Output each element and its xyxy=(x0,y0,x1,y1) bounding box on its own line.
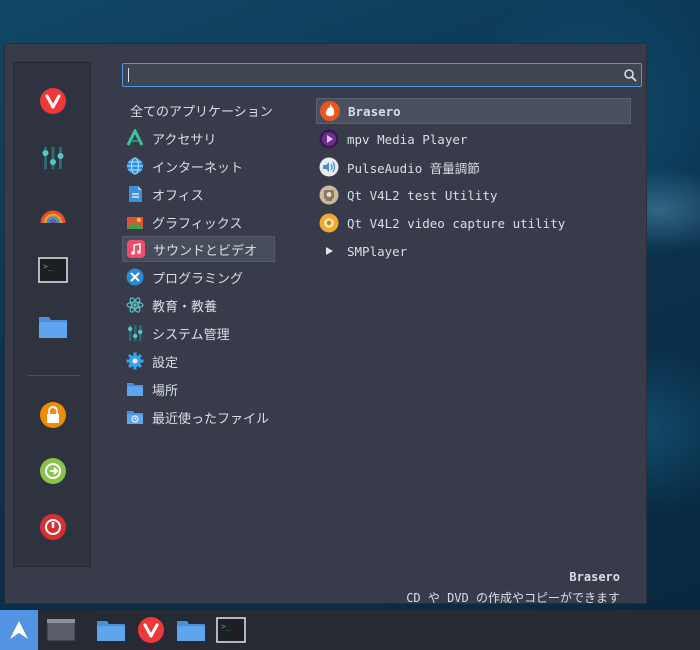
mpv-icon xyxy=(319,129,339,149)
taskbar-file-manager[interactable] xyxy=(94,610,128,650)
taskbar: >_ xyxy=(0,610,700,650)
taskbar-terminal[interactable]: >_ xyxy=(214,610,248,650)
show-desktop-button[interactable] xyxy=(44,610,78,650)
app-qt-v4l2-test-utility[interactable]: Qt V4L2 test Utility xyxy=(316,182,631,208)
programming-icon xyxy=(126,268,144,286)
webcam-icon xyxy=(319,185,339,205)
terminal-icon: >_ xyxy=(38,257,68,283)
system-admin-icon xyxy=(126,324,144,342)
favorites-sidebar: >_ xyxy=(13,62,91,567)
accessories-icon xyxy=(126,129,144,147)
music-note-icon xyxy=(127,240,145,258)
app-smplayer[interactable]: SMPlayer xyxy=(316,238,631,264)
taskbar-folder[interactable] xyxy=(174,610,208,650)
category-label: 最近使ったファイル xyxy=(152,411,270,427)
app-label: Brasero xyxy=(348,103,401,119)
favorite-logout[interactable] xyxy=(38,456,68,486)
rainbow-app-icon xyxy=(40,210,66,224)
file-manager-icon xyxy=(97,621,125,641)
education-atom-icon xyxy=(126,296,144,314)
favorite-lock-screen[interactable] xyxy=(38,400,68,430)
category-label: インターネット xyxy=(152,160,244,176)
category-recent-files[interactable]: 最近使ったファイル xyxy=(122,404,275,430)
app-brasero[interactable]: Brasero xyxy=(316,98,631,124)
category-label: システム管理 xyxy=(152,327,230,343)
category-places[interactable]: 場所 xyxy=(122,376,275,402)
category-label: サウンドとビデオ xyxy=(153,243,258,259)
favorite-vivaldi[interactable] xyxy=(38,86,68,116)
text-cursor xyxy=(128,68,129,82)
speaker-icon xyxy=(319,157,339,177)
category-settings[interactable]: 設定 xyxy=(122,348,275,374)
category-graphics[interactable]: グラフィックス xyxy=(122,209,275,235)
svg-text:>_: >_ xyxy=(221,622,231,631)
app-label: PulseAudio 音量調節 xyxy=(347,160,480,176)
logout-icon xyxy=(40,458,66,484)
search-input[interactable] xyxy=(127,65,621,87)
graphics-icon xyxy=(126,213,144,231)
terminal-icon: >_ xyxy=(216,617,246,643)
app-label: mpv Media Player xyxy=(347,131,468,147)
application-menu: >_ 全てのアプリケーション アクセサリ インターネット オフィス グラフィック… xyxy=(4,43,647,605)
places-folder-icon xyxy=(126,380,144,398)
app-label: Qt V4L2 video capture utility xyxy=(347,215,566,231)
favorite-folder[interactable] xyxy=(38,311,68,341)
search-box[interactable] xyxy=(122,63,642,87)
lock-screen-icon xyxy=(40,402,66,428)
internet-icon xyxy=(126,157,144,175)
category-label: アクセサリ xyxy=(152,132,217,148)
settings-gear-icon xyxy=(126,352,144,370)
category-label: 場所 xyxy=(152,383,179,399)
webcam-capture-icon xyxy=(319,213,339,233)
favorites-separator xyxy=(28,375,80,376)
category-office[interactable]: オフィス xyxy=(122,181,275,207)
category-education[interactable]: 教育・教養 xyxy=(122,292,275,318)
selected-app-description: CD や DVD の作成やコピーができます xyxy=(406,591,620,605)
category-label: 設定 xyxy=(152,355,179,371)
category-label: プログラミング xyxy=(152,271,244,287)
taskbar-vivaldi[interactable] xyxy=(134,610,168,650)
category-label: 教育・教養 xyxy=(152,299,218,315)
category-sound-and-video[interactable]: サウンドとビデオ xyxy=(122,236,275,262)
category-label: 全てのアプリケーション xyxy=(130,104,273,120)
category-accessories[interactable]: アクセサリ xyxy=(122,125,275,151)
favorite-mixer[interactable] xyxy=(38,143,68,173)
app-label: Qt V4L2 test Utility xyxy=(347,187,498,203)
favorite-power[interactable] xyxy=(38,512,68,542)
power-icon xyxy=(40,514,66,540)
vivaldi-icon xyxy=(138,617,164,643)
category-label: グラフィックス xyxy=(152,216,243,232)
favorite-rainbow-app[interactable] xyxy=(38,200,68,230)
category-programming[interactable]: プログラミング xyxy=(122,264,275,290)
category-internet[interactable]: インターネット xyxy=(122,153,275,179)
show-desktop-icon xyxy=(46,618,76,642)
brasero-flame-icon xyxy=(320,101,340,121)
app-qt-v4l2-video-capture[interactable]: Qt V4L2 video capture utility xyxy=(316,210,631,236)
play-icon xyxy=(319,241,339,261)
vivaldi-icon xyxy=(40,88,66,114)
svg-text:>_: >_ xyxy=(43,262,53,271)
mixer-icon xyxy=(42,147,64,169)
search-icon xyxy=(624,69,637,82)
category-all-applications[interactable]: 全てのアプリケーション xyxy=(122,97,275,123)
app-pulseaudio-volume[interactable]: PulseAudio 音量調節 xyxy=(316,154,631,180)
recent-files-icon xyxy=(126,408,144,426)
category-label: オフィス xyxy=(152,188,204,204)
selected-app-name: Brasero xyxy=(569,570,620,584)
category-system-admin[interactable]: システム管理 xyxy=(122,320,275,346)
folder-icon xyxy=(177,621,205,641)
favorite-terminal[interactable]: >_ xyxy=(38,255,68,285)
start-menu-button[interactable] xyxy=(0,610,38,650)
app-label: SMPlayer xyxy=(347,243,408,259)
app-mpv-media-player[interactable]: mpv Media Player xyxy=(316,126,631,152)
folder-icon xyxy=(39,317,67,338)
start-menu-icon xyxy=(10,621,28,639)
office-icon xyxy=(126,185,144,203)
